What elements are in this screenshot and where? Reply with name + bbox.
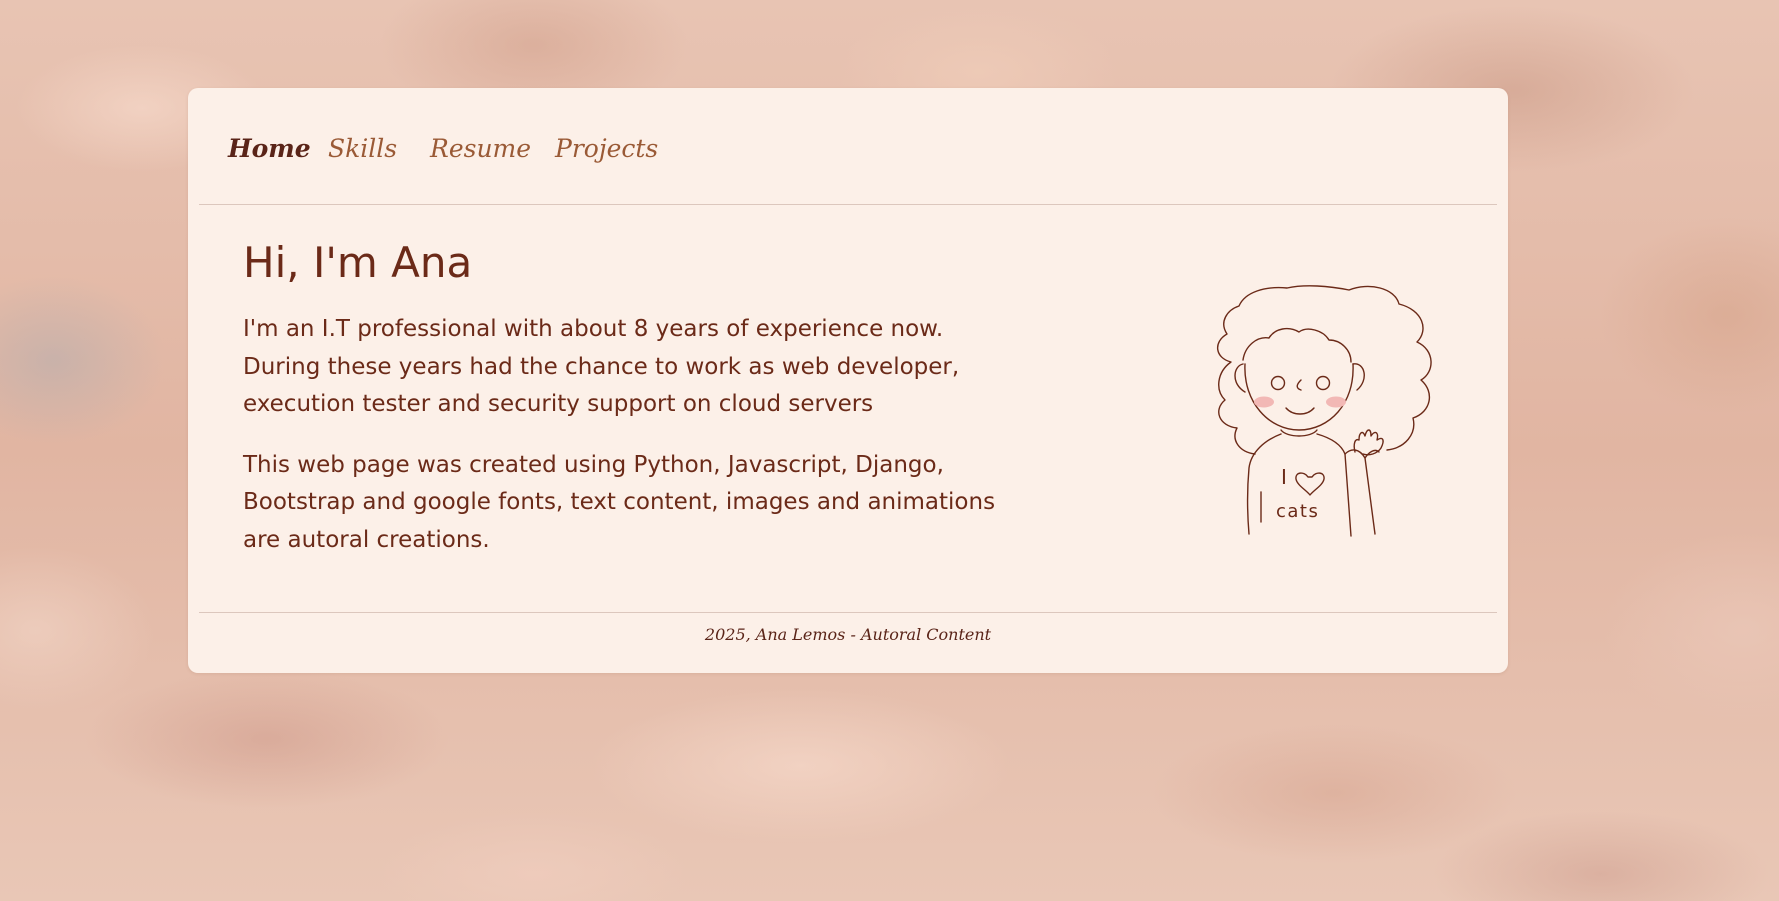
ear-right xyxy=(1352,363,1365,391)
cheek-left xyxy=(1254,396,1274,408)
smile xyxy=(1285,407,1315,415)
nav-link-resume[interactable]: Resume xyxy=(430,136,531,161)
nav-link-skills[interactable]: Skills xyxy=(328,136,397,161)
eye-right xyxy=(1315,375,1331,391)
navbar: Home Skills Resume Projects xyxy=(188,88,1508,205)
about-site-paragraph: This web page was created using Python, … xyxy=(243,451,996,553)
footer-divider xyxy=(199,612,1497,613)
eye-left xyxy=(1270,375,1286,391)
hair-bangs xyxy=(1242,327,1352,363)
shirt-text-cats: cats xyxy=(1276,501,1319,522)
arm-right xyxy=(1344,453,1376,537)
nose xyxy=(1296,379,1302,391)
header-divider xyxy=(199,204,1497,205)
shirt-text-i: I xyxy=(1281,465,1287,489)
heart-icon xyxy=(1295,472,1325,496)
nav-link-home[interactable]: Home xyxy=(228,136,311,161)
collar xyxy=(1280,429,1318,437)
footer-text: 2025, Ana Lemos - Autoral Content xyxy=(704,625,992,644)
intro-paragraph: I'm an I.T professional with about 8 yea… xyxy=(243,316,960,418)
shirt-right xyxy=(1316,433,1346,455)
nav-link-projects[interactable]: Projects xyxy=(555,136,658,161)
page-title: Hi, I'm Ana xyxy=(243,238,473,287)
intro-section: Hi, I'm Ana I'm an I.T professional with… xyxy=(243,238,1023,582)
ana-illustration: I cats xyxy=(1217,285,1432,537)
cheek-right xyxy=(1326,396,1346,408)
ear-left xyxy=(1234,363,1246,393)
hair-outline xyxy=(1217,285,1432,455)
main-card: Home Skills Resume Projects Hi, I'm Ana … xyxy=(188,88,1508,673)
